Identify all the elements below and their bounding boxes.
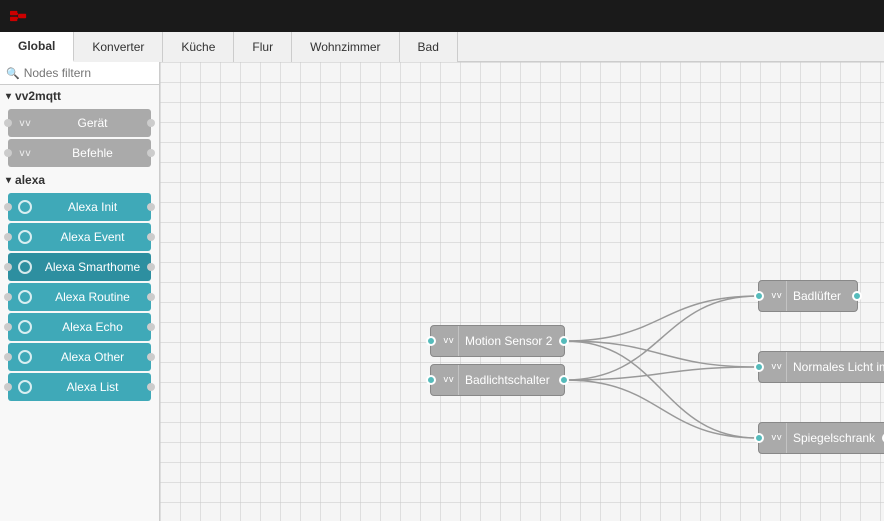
port-left: [4, 323, 12, 331]
connection-motion-sensor-2-spiegelschrank: [565, 341, 758, 438]
port-left: [4, 233, 12, 241]
fn-label-badlufter: Badlüfter: [793, 289, 841, 303]
node-label: Alexa Event: [40, 230, 145, 244]
tabbar: GlobalKonverterKücheFlurWohnzimmerBad: [0, 32, 884, 62]
fn-label-badlichtschalter: Badlichtschalter: [465, 373, 550, 387]
fn-icon-normales-licht: vv: [767, 352, 787, 382]
port-left: [4, 203, 12, 211]
port-left: [4, 353, 12, 361]
circle-icon: [14, 223, 36, 251]
main-layout: 🔍 ▾vv2mqtt vv Gerät vv Befehle ▾alexa Al…: [0, 62, 884, 521]
search-input[interactable]: [24, 66, 153, 80]
port-left: [4, 293, 12, 301]
sidebar-node-alexa-other[interactable]: Alexa Other: [8, 343, 151, 371]
ww-icon: vv: [14, 139, 36, 167]
chevron-icon: ▾: [6, 91, 11, 102]
port-right: [147, 233, 155, 241]
tab-kuche[interactable]: Küche: [163, 32, 234, 62]
circle-icon: [14, 373, 36, 401]
flow-node-motion-sensor-2[interactable]: vv Motion Sensor 2: [430, 325, 565, 357]
sidebar: 🔍 ▾vv2mqtt vv Gerät vv Befehle ▾alexa Al…: [0, 62, 160, 521]
port-right: [147, 203, 155, 211]
fn-icon-spiegelschrank: vv: [767, 423, 787, 453]
canvas[interactable]: vv Motion Sensor 2 vv Badlichtschalter v…: [160, 62, 884, 521]
flow-node-badlichtschalter[interactable]: vv Badlichtschalter: [430, 364, 565, 396]
fn-label-motion-sensor-2: Motion Sensor 2: [465, 334, 552, 348]
circle-icon: [14, 193, 36, 221]
titlebar: [0, 0, 884, 32]
sidebar-node-alexa-routine[interactable]: Alexa Routine: [8, 283, 151, 311]
node-label: Alexa Echo: [40, 320, 145, 334]
search-icon: 🔍: [6, 67, 20, 80]
fn-port-left-badlufter: [754, 291, 764, 301]
section-vv2mqtt[interactable]: ▾vv2mqtt: [0, 85, 159, 107]
port-left: [4, 383, 12, 391]
sidebar-node-gerat[interactable]: vv Gerät: [8, 109, 151, 137]
port-right: [147, 353, 155, 361]
connection-badlichtschalter-badlufter: [565, 296, 758, 380]
search-bar: 🔍: [0, 62, 159, 85]
port-left: [4, 119, 12, 127]
node-label: Alexa List: [40, 380, 145, 394]
fn-label-spiegelschrank: Spiegelschrank: [793, 431, 875, 445]
node-label: Alexa Routine: [40, 290, 145, 304]
port-right: [147, 149, 155, 157]
circle-icon: [14, 253, 36, 281]
tab-bad[interactable]: Bad: [400, 32, 458, 62]
circle-icon: [14, 283, 36, 311]
connection-motion-sensor-2-normales-licht: [565, 341, 758, 367]
sidebar-node-alexa-smarthome[interactable]: Alexa Smarthome: [8, 253, 151, 281]
port-right: [147, 323, 155, 331]
fn-port-left-normales-licht: [754, 362, 764, 372]
ww-icon: vv: [14, 109, 36, 137]
node-label: Alexa Other: [40, 350, 145, 364]
flow-node-badlufter[interactable]: vv Badlüfter: [758, 280, 858, 312]
sidebar-node-befehle[interactable]: vv Befehle: [8, 139, 151, 167]
fn-port-right-badlichtschalter: [559, 375, 569, 385]
sidebar-node-alexa-event[interactable]: Alexa Event: [8, 223, 151, 251]
fn-port-left-motion-sensor-2: [426, 336, 436, 346]
tab-wohnzimmer[interactable]: Wohnzimmer: [292, 32, 399, 62]
circle-icon: [14, 313, 36, 341]
flow-node-normales-licht[interactable]: vv Normales Licht im Bad: [758, 351, 884, 383]
connection-motion-sensor-2-badlufter: [565, 296, 758, 341]
port-right: [147, 293, 155, 301]
fn-icon-motion-sensor-2: vv: [439, 326, 459, 356]
section-alexa[interactable]: ▾alexa: [0, 169, 159, 191]
flow-node-spiegelschrank[interactable]: vv Spiegelschrank: [758, 422, 884, 454]
node-red-logo-icon: [10, 8, 32, 24]
sidebar-node-alexa-init[interactable]: Alexa Init: [8, 193, 151, 221]
connection-badlichtschalter-normales-licht: [565, 367, 758, 380]
connection-badlichtschalter-spiegelschrank: [565, 380, 758, 438]
node-label: Alexa Smarthome: [40, 260, 145, 274]
port-left: [4, 149, 12, 157]
fn-icon-badlichtschalter: vv: [439, 365, 459, 395]
chevron-icon: ▾: [6, 175, 11, 186]
sidebar-node-alexa-echo[interactable]: Alexa Echo: [8, 313, 151, 341]
tab-global[interactable]: Global: [0, 32, 74, 62]
fn-port-right-motion-sensor-2: [559, 336, 569, 346]
node-label: Gerät: [40, 116, 145, 130]
fn-port-left-badlichtschalter: [426, 375, 436, 385]
fn-label-normales-licht: Normales Licht im Bad: [793, 360, 884, 374]
fn-port-right-badlufter: [852, 291, 862, 301]
node-label: Alexa Init: [40, 200, 145, 214]
circle-icon: [14, 343, 36, 371]
app-logo: [10, 8, 38, 24]
port-right: [147, 383, 155, 391]
port-right: [147, 119, 155, 127]
sidebar-node-alexa-list[interactable]: Alexa List: [8, 373, 151, 401]
tab-konverter[interactable]: Konverter: [74, 32, 163, 62]
sidebar-scroll[interactable]: ▾vv2mqtt vv Gerät vv Befehle ▾alexa Alex…: [0, 85, 159, 521]
fn-icon-badlufter: vv: [767, 281, 787, 311]
node-label: Befehle: [40, 146, 145, 160]
port-left: [4, 263, 12, 271]
fn-port-left-spiegelschrank: [754, 433, 764, 443]
port-right: [147, 263, 155, 271]
tab-flur[interactable]: Flur: [234, 32, 292, 62]
